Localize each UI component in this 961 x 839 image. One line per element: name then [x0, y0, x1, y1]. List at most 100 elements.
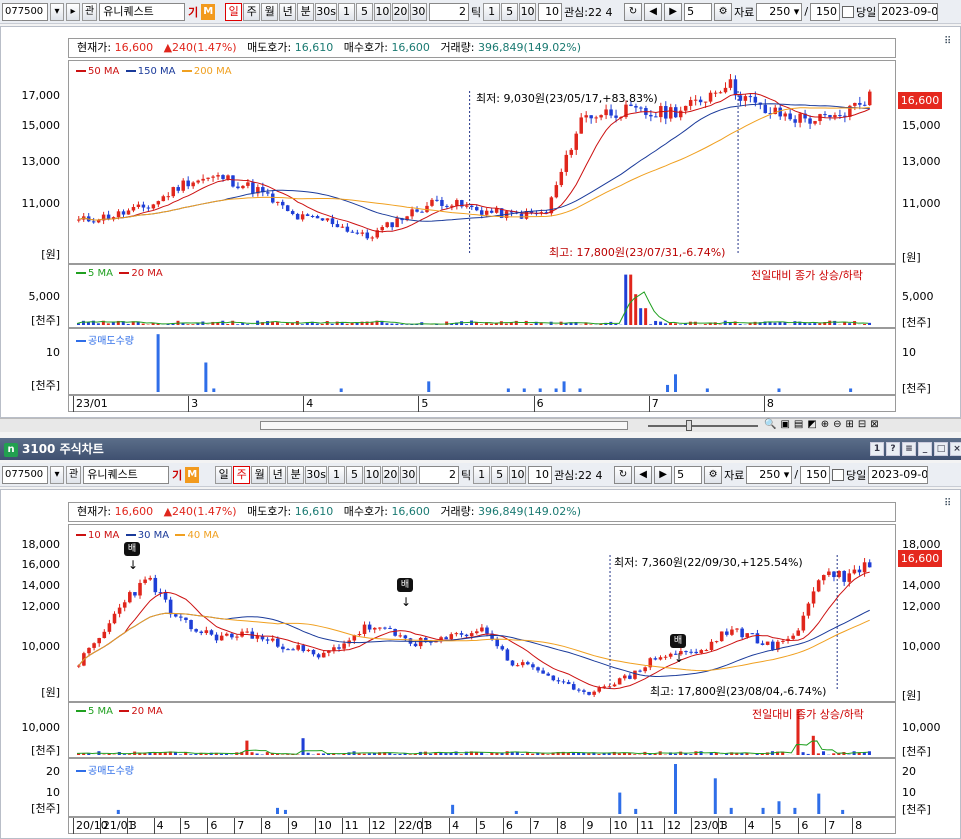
menu-dots-icon[interactable]: ⠿ [944, 36, 951, 47]
bar [514, 320, 518, 325]
candle-body [221, 175, 225, 179]
top-scrollbar[interactable]: 🔍▣▤◩⊕⊖⊞⊟⊠ [0, 418, 961, 432]
period-button-1[interactable]: 주 [243, 2, 261, 21]
window-num-icon[interactable]: 1 [870, 442, 884, 456]
bar [179, 754, 183, 755]
period-button-2-5[interactable]: 30s [305, 465, 327, 484]
candle-body [173, 614, 178, 617]
bot-unit-right: [원] [902, 689, 921, 702]
candle-body [733, 79, 738, 96]
bar [385, 323, 389, 325]
gi-button-2[interactable]: 기 [171, 467, 183, 483]
period-button-5[interactable]: 30s [315, 2, 337, 21]
period-button-9[interactable]: 20 [391, 2, 409, 21]
period-button-2-6[interactable]: 1 [327, 465, 345, 484]
candle-body [867, 562, 872, 568]
gi-button[interactable]: 기 [187, 4, 199, 20]
bar [813, 323, 817, 325]
period-button-7[interactable]: 5 [355, 2, 373, 21]
refresh-icon-2[interactable]: ↻ [614, 465, 633, 484]
stock-name-field-2[interactable]: 유니퀘스트 [83, 465, 170, 484]
date-input-2[interactable]: 2023-09-0 [868, 465, 929, 484]
prev-icon-2[interactable]: ◀ [634, 465, 653, 484]
tick-button-2[interactable]: 10 [519, 2, 537, 21]
stock-name-field[interactable]: 유니퀘스트 [99, 2, 186, 21]
period-button-2-3[interactable]: 년 [269, 465, 287, 484]
dangil-checkbox-2[interactable] [832, 468, 845, 481]
num-input[interactable]: 5 [684, 2, 713, 21]
refresh-icon[interactable]: ↻ [624, 2, 643, 21]
tick-button-2-2[interactable]: 10 [509, 465, 527, 484]
bar [624, 274, 628, 325]
period-button-2-9[interactable]: 20 [381, 465, 399, 484]
code-dropdown-button-2[interactable]: ▾ [50, 465, 64, 484]
scroll-thumb[interactable] [260, 421, 628, 430]
period-button-6[interactable]: 1 [337, 2, 355, 21]
tick-value-input[interactable]: 10 [538, 2, 563, 21]
stock-code-input-2[interactable]: 077500 [2, 465, 48, 484]
settings-icon[interactable]: ⚙ [714, 2, 733, 21]
period-button-2-10[interactable]: 30 [399, 465, 417, 484]
gwan-button-2[interactable]: 관 [66, 465, 82, 484]
window-pin-icon[interactable]: ? [886, 442, 900, 456]
period-button-2-1[interactable]: 주 [233, 465, 251, 484]
prev-icon[interactable]: ◀ [644, 2, 663, 21]
stock-code-input[interactable]: 077500 [2, 2, 48, 21]
period-button-2-0[interactable]: 일 [215, 465, 233, 484]
bottom-ma-legend: 10 MA 30 MA 40 MA [76, 530, 219, 541]
bot-x-tick-line [207, 818, 209, 834]
num-input-2[interactable]: 5 [674, 465, 703, 484]
gwan-button[interactable]: 관 [82, 2, 98, 21]
period-button-2-2[interactable]: 월 [251, 465, 269, 484]
period-button-3[interactable]: 년 [279, 2, 297, 21]
jaryo-select[interactable]: 250 ▾ [756, 2, 803, 21]
candle-body [430, 199, 434, 206]
settings-icon-2[interactable]: ⚙ [704, 465, 723, 484]
bar [246, 324, 250, 325]
period-button-8[interactable]: 10 [373, 2, 391, 21]
candle-body [683, 105, 688, 111]
candle-body [684, 651, 688, 653]
period-button-0[interactable]: 일 [225, 2, 243, 21]
next-icon[interactable]: ▶ [664, 2, 683, 21]
total-input[interactable]: 150 [810, 2, 841, 21]
tick-button-2-0[interactable]: 1 [473, 465, 491, 484]
zoom-slider[interactable] [648, 425, 758, 427]
code-next-button[interactable]: ▸ [66, 2, 80, 21]
period-button-4[interactable]: 분 [297, 2, 315, 21]
period-button-2[interactable]: 월 [261, 2, 279, 21]
window-minimize-icon[interactable]: _ [918, 442, 932, 456]
tick-button-2-1[interactable]: 5 [491, 465, 509, 484]
date-input[interactable]: 2023-09-0 [878, 2, 939, 21]
period-button-2-8[interactable]: 10 [363, 465, 381, 484]
window-link-icon[interactable]: ≡ [902, 442, 916, 456]
tick-value-input-2[interactable]: 10 [528, 465, 553, 484]
m-button[interactable]: M [201, 3, 216, 20]
volume-label: 거래량: [440, 41, 475, 54]
dangil-checkbox[interactable] [842, 5, 855, 18]
tick-count-input-2[interactable]: 2 [418, 465, 459, 484]
jaryo-select-2[interactable]: 250 ▾ [746, 465, 793, 484]
period-button-2-7[interactable]: 5 [345, 465, 363, 484]
bot-x-tick-line [126, 818, 128, 834]
top-short-legend: 공매도수량 [76, 332, 134, 347]
bar [286, 754, 290, 755]
menu-dots-icon-2[interactable]: ⠿ [944, 498, 951, 509]
m-button-2[interactable]: M [185, 466, 200, 483]
bar [265, 752, 269, 755]
tick-count-input[interactable]: 2 [428, 2, 469, 21]
code-dropdown-button[interactable]: ▾ [50, 2, 64, 21]
total-input-2[interactable]: 150 [800, 465, 831, 484]
candle-body [112, 613, 117, 624]
period-button-2-4[interactable]: 분 [287, 465, 305, 484]
tick-button-0[interactable]: 1 [483, 2, 501, 21]
window-close-icon[interactable]: × [950, 442, 961, 456]
window-maximize-icon[interactable]: □ [934, 442, 948, 456]
bot-x-tick-line [637, 818, 639, 834]
period-button-10[interactable]: 30 [409, 2, 427, 21]
tick-button-1[interactable]: 5 [501, 2, 519, 21]
zoom-slider-handle[interactable] [686, 420, 692, 431]
next-icon-2[interactable]: ▶ [654, 465, 673, 484]
candle-body [176, 187, 180, 191]
chart-tool-icons[interactable]: 🔍▣▤◩⊕⊖⊞⊟⊠ [764, 419, 883, 430]
